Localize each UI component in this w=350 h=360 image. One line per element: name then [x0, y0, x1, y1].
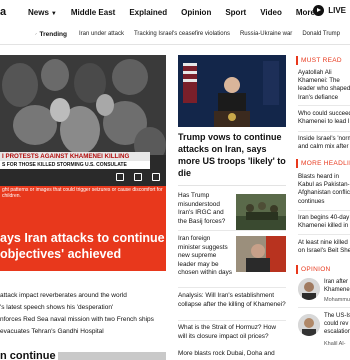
main-story-photo — [178, 55, 286, 127]
author-avatar[interactable] — [298, 314, 320, 336]
divider — [178, 320, 286, 321]
trending-link[interactable]: Iran under attack — [79, 31, 124, 37]
lead-video-subbanner: S FOR THOSE KILLED STORMING U.S. CONSULA… — [0, 161, 150, 169]
settings-icon[interactable] — [134, 173, 142, 181]
nav-video[interactable]: Video — [260, 8, 282, 17]
author-photo — [298, 314, 320, 336]
opinion-author[interactable]: Mohammu — [324, 297, 350, 303]
chevron-down-icon: ▼ — [50, 10, 57, 17]
trending-link[interactable]: Tracking Israel's ceasefire violations — [134, 31, 230, 37]
related-link[interactable]: 's latest speech shows his 'desperation' — [0, 302, 170, 314]
story-thumbnail[interactable] — [236, 236, 286, 272]
opinion-author[interactable]: Khalil Al- — [324, 341, 345, 347]
related-links: attack impact reverberates around the wo… — [0, 290, 170, 338]
live-label: LIVE — [328, 6, 346, 15]
nav-sport[interactable]: Sport — [225, 8, 246, 17]
related-link[interactable]: attack impact reverberates around the wo… — [0, 290, 170, 302]
lead-video-banner: I PROTESTS AGAINST KHAMENEI KILLING — [0, 152, 150, 161]
trending-label: Trending — [39, 30, 67, 38]
headline-item[interactable]: Blasts heard in Kabul as Pakistan-Afghan… — [298, 173, 350, 206]
fullscreen-icon[interactable] — [152, 173, 160, 181]
video-controls — [106, 173, 160, 181]
divider — [298, 131, 350, 132]
divider — [298, 105, 350, 106]
site-logo[interactable]: a — [0, 6, 6, 18]
lead-headline[interactable]: ays Iran attacks to continue objectives'… — [0, 230, 166, 262]
headline-item[interactable]: Iran begins 40-day Khamenei killed in — [298, 214, 350, 230]
divider — [178, 185, 286, 186]
live-button[interactable]: LIVE — [313, 5, 346, 16]
must-read-item[interactable]: Inside Israel's 'norm and calm mix after — [298, 135, 350, 151]
trending-link[interactable]: Donald Trump — [302, 31, 340, 37]
divider — [298, 234, 350, 235]
headline-item[interactable]: At least nine killed on Israel's Beit Sh… — [298, 239, 350, 255]
lead-video-disclaimer: ght patterns or images that could trigge… — [0, 186, 166, 199]
opinion-item[interactable]: Iran after Khamene — [324, 278, 350, 294]
trending-bar: Trending Iran under attack Tracking Isra… — [0, 26, 350, 42]
must-read-item[interactable]: Ayatollah Ali Khamenei: The leader who s… — [298, 69, 350, 102]
divider — [178, 287, 286, 288]
author-avatar[interactable] — [298, 278, 320, 300]
nav-middle-east[interactable]: Middle East — [71, 8, 115, 17]
more-headlines-heading: MORE HEADLIN — [296, 159, 350, 168]
story-link[interactable]: Has Trump misunderstood Iran's IRGC and … — [178, 192, 234, 226]
nav-explained[interactable]: Explained — [129, 8, 167, 17]
divider — [298, 210, 350, 211]
nav-news[interactable]: News ▼ — [28, 8, 57, 17]
main-story-headline[interactable]: Trump vows to continue attacks on Iran, … — [178, 131, 288, 179]
must-read-heading: MUST READ — [296, 56, 342, 65]
must-read-item[interactable]: Who could succeed Khamenei to lead Ir — [298, 110, 350, 126]
opinion-item[interactable]: The US-Is could rev escalation — [324, 312, 350, 336]
divider — [298, 307, 350, 308]
main-nav: News ▼ Middle East Explained Opinion Spor… — [28, 0, 337, 24]
divider — [178, 230, 286, 231]
story-link[interactable]: What is the Strait of Hormuz? How will i… — [178, 324, 286, 341]
author-photo — [298, 278, 320, 300]
story-link[interactable]: More blasts rock Dubai, Doha and — [178, 350, 286, 359]
page: a News ▼ Middle East Explained Opinion Sp… — [0, 0, 350, 360]
site-header: a News ▼ Middle East Explained Opinion Sp… — [0, 0, 350, 24]
related-link[interactable]: nforces Red Sea naval mission with two F… — [0, 314, 170, 326]
story-photo — [236, 194, 286, 230]
divider — [0, 44, 350, 45]
story-image[interactable] — [58, 352, 166, 360]
story-thumbnail[interactable] — [236, 194, 286, 230]
story-link[interactable]: Analysis: Will Iran's establishment coll… — [178, 292, 286, 309]
trending-link[interactable]: Russia-Ukraine war — [240, 31, 292, 37]
story-link[interactable]: Iran foreign minister suggests new supre… — [178, 235, 234, 278]
story-photo — [236, 236, 286, 272]
captions-icon[interactable] — [116, 173, 124, 181]
play-icon — [313, 5, 325, 16]
opinion-heading: OPINION — [296, 265, 331, 274]
trending-icon — [35, 33, 37, 35]
nav-opinion[interactable]: Opinion — [181, 8, 211, 17]
related-link[interactable]: evacuates Tehran's Gandhi Hospital — [0, 326, 170, 338]
main-story-image[interactable] — [178, 55, 286, 127]
